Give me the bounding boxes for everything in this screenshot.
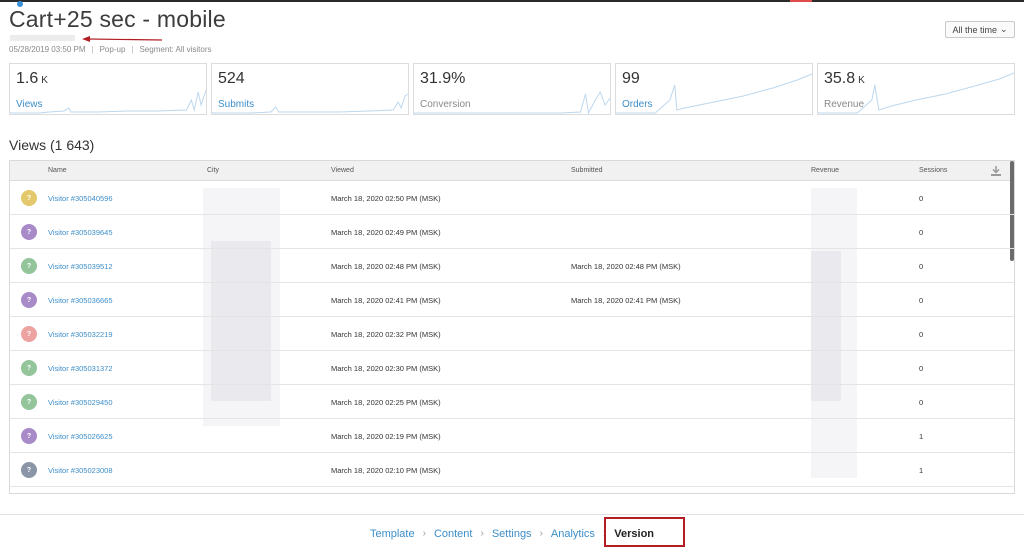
table-header: Name City Viewed Submitted Revenue Sessi… bbox=[10, 161, 1014, 181]
page-title: Cart+25 sec - mobile bbox=[9, 6, 226, 32]
column-sessions[interactable]: Sessions bbox=[919, 167, 947, 174]
sessions-count: 0 bbox=[919, 296, 924, 305]
stat-card-orders[interactable]: 99 Orders bbox=[615, 63, 813, 115]
table-row[interactable]: ? Visitor #305026625 March 18, 2020 02:19 … bbox=[10, 419, 1014, 453]
table-row[interactable]: ? Visitor #305023008 March 18, 2020 02:10 … bbox=[10, 453, 1014, 487]
visitor-link[interactable]: Visitor #305039512 bbox=[48, 262, 113, 271]
stat-label: Revenue bbox=[824, 99, 865, 110]
avatar: ? bbox=[21, 428, 37, 444]
redacted-text bbox=[10, 35, 75, 41]
visitor-link[interactable]: Visitor #305029450 bbox=[48, 398, 113, 407]
step-content[interactable]: Content bbox=[434, 528, 473, 540]
avatar: ? bbox=[21, 462, 37, 478]
visitor-link[interactable]: Visitor #305023008 bbox=[48, 466, 113, 475]
period-select-label: All the time bbox=[952, 24, 997, 35]
table-row[interactable]: ? Visitor #305036665 March 18, 2020 02:41 … bbox=[10, 283, 1014, 317]
step-analytics[interactable]: Analytics bbox=[551, 528, 595, 540]
sessions-count: 0 bbox=[919, 330, 924, 339]
stat-label[interactable]: Orders bbox=[622, 99, 653, 110]
viewed-date: March 18, 2020 02:25 PM (MSK) bbox=[331, 398, 441, 407]
viewed-date: March 18, 2020 02:19 PM (MSK) bbox=[331, 432, 441, 441]
visitor-link[interactable]: Visitor #305036665 bbox=[48, 296, 113, 305]
avatar: ? bbox=[21, 258, 37, 274]
stats-cards: 1.6 K Views 524 Submits 31.9% Conversion … bbox=[9, 63, 1015, 115]
campaign-meta: 05/28/2019 03:50 PM | Pop-up | Segment: All … bbox=[9, 45, 212, 54]
stat-label[interactable]: Views bbox=[16, 99, 43, 110]
table-row[interactable]: ? Visitor #305039512 March 18, 2020 02:48 … bbox=[10, 249, 1014, 283]
visitor-link[interactable]: Visitor #305040596 bbox=[48, 194, 113, 203]
viewed-date: March 18, 2020 02:10 PM (MSK) bbox=[331, 466, 441, 475]
stat-label: Conversion bbox=[420, 99, 471, 110]
sessions-count: 0 bbox=[919, 262, 924, 271]
stat-label[interactable]: Submits bbox=[218, 99, 254, 110]
top-accent bbox=[790, 0, 812, 2]
stat-card-submits[interactable]: 524 Submits bbox=[211, 63, 409, 115]
top-border bbox=[0, 0, 1024, 2]
table-row[interactable]: ? Visitor #305039645 March 18, 2020 02:49 … bbox=[10, 215, 1014, 249]
sessions-count: 0 bbox=[919, 398, 924, 407]
viewed-date: March 18, 2020 02:49 PM (MSK) bbox=[331, 228, 441, 237]
views-table: Name City Viewed Submitted Revenue Sessi… bbox=[9, 160, 1015, 494]
column-name[interactable]: Name bbox=[48, 167, 67, 174]
table-row[interactable]: ? Visitor #305040596 March 18, 2020 02:50 … bbox=[10, 181, 1014, 215]
campaign-date: 05/28/2019 03:50 PM bbox=[9, 45, 86, 54]
table-row[interactable]: ? Visitor #305032219 March 18, 2020 02:32 … bbox=[10, 317, 1014, 351]
sessions-count: 1 bbox=[919, 466, 924, 475]
views-heading: Views (1 643) bbox=[9, 137, 95, 153]
period-select[interactable]: All the time ⌄ bbox=[945, 21, 1015, 38]
visitor-link[interactable]: Visitor #305039645 bbox=[48, 228, 113, 237]
avatar: ? bbox=[21, 394, 37, 410]
avatar: ? bbox=[21, 224, 37, 240]
chevron-right-icon: › bbox=[422, 528, 426, 539]
chevron-right-icon: › bbox=[539, 528, 543, 539]
submitted-date: March 18, 2020 02:41 PM (MSK) bbox=[571, 296, 681, 305]
annotation-arrow bbox=[82, 36, 163, 42]
stat-card-views[interactable]: 1.6 K Views bbox=[9, 63, 207, 115]
viewed-date: March 18, 2020 02:50 PM (MSK) bbox=[331, 194, 441, 203]
campaign-type: Pop-up bbox=[99, 45, 126, 54]
avatar: ? bbox=[21, 292, 37, 308]
column-submitted[interactable]: Submitted bbox=[571, 167, 603, 174]
sessions-count: 0 bbox=[919, 194, 924, 203]
campaign-segment: Segment: All visitors bbox=[139, 45, 212, 54]
chevron-down-icon: ⌄ bbox=[999, 24, 1008, 34]
viewed-date: March 18, 2020 02:48 PM (MSK) bbox=[331, 262, 441, 271]
stat-card-conversion: 31.9% Conversion bbox=[413, 63, 611, 115]
chevron-right-icon: › bbox=[480, 528, 484, 539]
step-template[interactable]: Template bbox=[370, 528, 415, 540]
sessions-count: 1 bbox=[919, 432, 924, 441]
column-viewed[interactable]: Viewed bbox=[331, 167, 354, 174]
step-settings[interactable]: Settings bbox=[492, 528, 532, 540]
visitor-link[interactable]: Visitor #305031372 bbox=[48, 364, 113, 373]
stat-card-revenue: 35.8 K Revenue bbox=[817, 63, 1015, 115]
avatar: ? bbox=[21, 190, 37, 206]
column-city[interactable]: City bbox=[207, 167, 219, 174]
avatar: ? bbox=[21, 326, 37, 342]
viewed-date: March 18, 2020 02:41 PM (MSK) bbox=[331, 296, 441, 305]
visitor-link[interactable]: Visitor #305026625 bbox=[48, 432, 113, 441]
avatar: ? bbox=[21, 360, 37, 376]
table-row[interactable]: ? Visitor #305031372 March 18, 2020 02:30 … bbox=[10, 351, 1014, 385]
viewed-date: March 18, 2020 02:30 PM (MSK) bbox=[331, 364, 441, 373]
submitted-date: March 18, 2020 02:48 PM (MSK) bbox=[571, 262, 681, 271]
download-icon[interactable] bbox=[990, 165, 1002, 177]
table-row[interactable]: ? Visitor #305029450 March 18, 2020 02:25 … bbox=[10, 385, 1014, 419]
sessions-count: 0 bbox=[919, 228, 924, 237]
viewed-date: March 18, 2020 02:32 PM (MSK) bbox=[331, 330, 441, 339]
visitor-link[interactable]: Visitor #305032219 bbox=[48, 330, 113, 339]
annotation-highlight-box bbox=[604, 517, 685, 547]
wizard-steps: Template › Content › Settings › Analytic… bbox=[0, 514, 1024, 552]
sessions-count: 0 bbox=[919, 364, 924, 373]
column-revenue[interactable]: Revenue bbox=[811, 167, 839, 174]
